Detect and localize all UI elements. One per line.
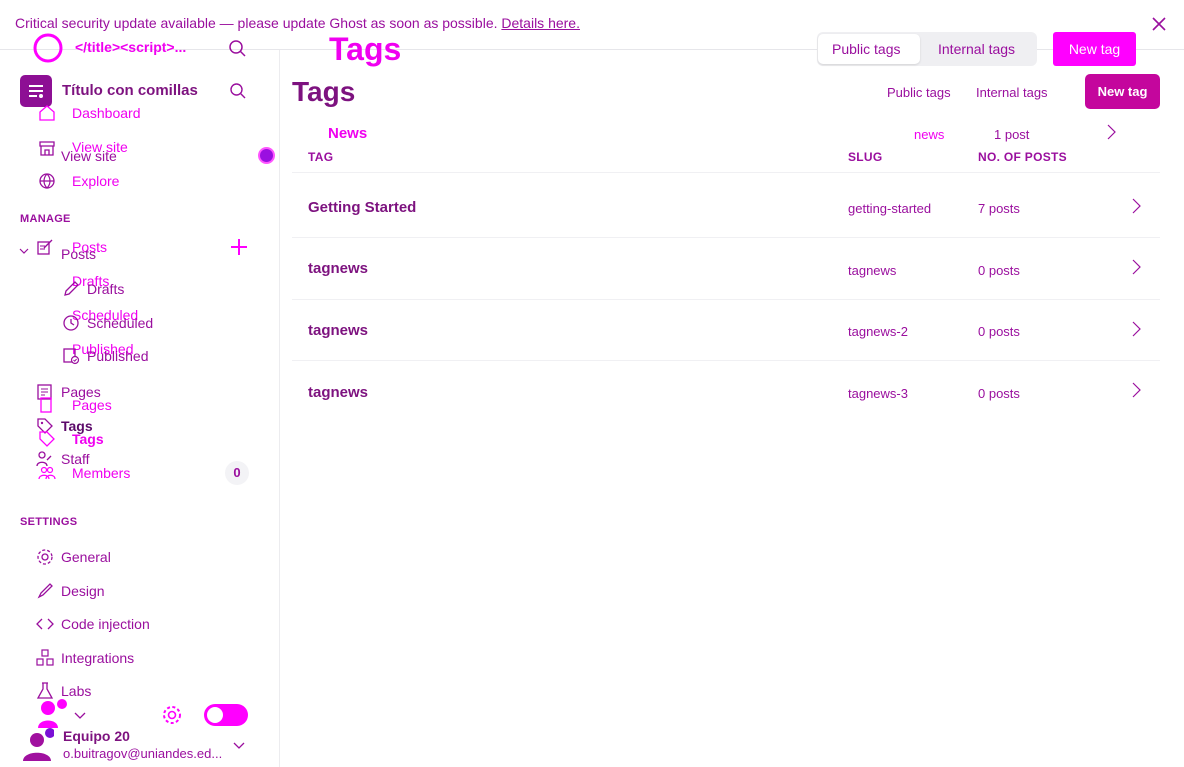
ghost-chevron-down-icon[interactable]: [74, 709, 86, 721]
ghost-tab-public[interactable]: Public tags: [832, 41, 900, 57]
chevron-down-icon[interactable]: [19, 246, 29, 256]
row-divider: [292, 299, 1160, 300]
ghost-nav-pages[interactable]: Pages: [72, 397, 112, 413]
add-post-icon[interactable]: [230, 238, 248, 256]
user-name: Equipo 20: [63, 728, 130, 744]
ghost-site-logo: [32, 32, 64, 64]
ghost-nav-dashboard[interactable]: Dashboard: [72, 105, 141, 121]
column-posts: NO. OF POSTS: [978, 150, 1067, 164]
ghost-row-count: 1 post: [994, 127, 1030, 142]
row-divider: [292, 360, 1160, 361]
tag-post-count: 0 posts: [978, 324, 1020, 339]
site-icon: [20, 75, 52, 107]
row-divider: [292, 237, 1160, 238]
pencil-icon: [62, 280, 80, 298]
column-slug: SLUG: [848, 150, 883, 164]
settings-heading: SETTINGS: [20, 516, 78, 528]
row-chevron-right-icon[interactable]: [1129, 198, 1143, 214]
row-chevron-right-icon[interactable]: [1129, 259, 1143, 275]
tag-name[interactable]: tagnews: [308, 322, 368, 339]
site-title[interactable]: Título con comillas: [62, 82, 198, 99]
clock-icon: [62, 314, 80, 332]
brush-icon: [36, 582, 54, 600]
ghost-tag-icon: [38, 430, 56, 448]
nav-integrations[interactable]: Integrations: [61, 650, 134, 666]
table-header-divider: [292, 172, 1160, 173]
gear-icon: [36, 548, 54, 566]
tag-name[interactable]: tagnews: [308, 384, 368, 401]
sidebar-divider: [279, 50, 280, 767]
ghost-page-title: Tags: [329, 31, 402, 67]
nav-drafts[interactable]: Drafts: [87, 281, 124, 297]
user-email: o.buitragov@uniandes.ed...: [63, 746, 223, 761]
tag-name[interactable]: tagnews: [308, 260, 368, 277]
settings-gear-icon[interactable]: [161, 704, 183, 726]
tag-slug: tagnews: [848, 263, 897, 278]
page-title: Tags: [292, 76, 356, 107]
ghost-new-tag-button[interactable]: New tag: [1053, 32, 1136, 66]
ghost-tab-internal[interactable]: Internal tags: [938, 41, 1015, 57]
manage-heading: MANAGE: [20, 213, 71, 225]
nav-general[interactable]: General: [61, 549, 111, 565]
globe-icon: [38, 172, 56, 190]
code-icon: [36, 615, 54, 633]
tag-slug: getting-started: [848, 201, 932, 216]
storefront-icon: [38, 139, 56, 157]
ghost-row-chevron-right-icon[interactable]: [1104, 124, 1118, 140]
tag-slug: tagnews-3: [848, 386, 908, 401]
user-menu-chevron-down-icon[interactable]: [233, 739, 245, 751]
members-icon: [38, 464, 56, 482]
integrations-icon: [36, 649, 54, 667]
published-icon: [62, 347, 80, 365]
banner-details-link[interactable]: Details here.: [501, 15, 580, 31]
posts-icon: [36, 238, 54, 256]
nav-labs[interactable]: Labs: [61, 683, 91, 699]
nav-code-injection[interactable]: Code injection: [61, 616, 150, 632]
ghost-avatar: [36, 698, 70, 732]
ghost-row-slug: news: [914, 127, 945, 142]
ghost-nav-members[interactable]: Members: [72, 465, 130, 481]
home-icon: [38, 104, 56, 122]
ghost-row-name[interactable]: News: [328, 125, 367, 142]
status-dot: [258, 147, 275, 164]
new-tag-button[interactable]: New tag: [1085, 74, 1160, 109]
close-icon[interactable]: [1151, 16, 1167, 32]
nav-scheduled[interactable]: Scheduled: [87, 315, 153, 331]
banner-message: Critical security update available — ple…: [15, 15, 498, 31]
tag-post-count: 0 posts: [978, 263, 1020, 278]
tag-post-count: 0 posts: [978, 386, 1020, 401]
nav-posts[interactable]: Posts: [61, 246, 96, 262]
tag-name[interactable]: Getting Started: [308, 199, 416, 216]
ghost-nav-explore[interactable]: Explore: [72, 173, 119, 189]
row-chevron-right-icon[interactable]: [1129, 321, 1143, 337]
ghost-nav-tags[interactable]: Tags: [72, 431, 104, 447]
update-banner: Critical security update available — ple…: [15, 15, 580, 31]
row-chevron-right-icon[interactable]: [1129, 382, 1143, 398]
tab-internal-tags[interactable]: Internal tags: [976, 85, 1048, 100]
column-tag: TAG: [308, 150, 334, 164]
ghost-site-title: </title><script>...: [75, 39, 187, 55]
tag-post-count: 7 posts: [978, 201, 1020, 216]
ghost-pages-icon: [38, 396, 56, 414]
nav-view-site[interactable]: View site: [61, 148, 117, 164]
nav-published[interactable]: Published: [87, 348, 149, 364]
search-icon[interactable]: [229, 82, 247, 100]
avatar[interactable]: [20, 728, 54, 762]
tag-slug: tagnews-2: [848, 324, 908, 339]
members-count-badge: 0: [225, 461, 249, 485]
ghost-search-icon[interactable]: [228, 39, 247, 58]
tab-public-tags[interactable]: Public tags: [887, 85, 951, 100]
nav-design[interactable]: Design: [61, 583, 105, 599]
theme-toggle-knob: [207, 707, 223, 723]
